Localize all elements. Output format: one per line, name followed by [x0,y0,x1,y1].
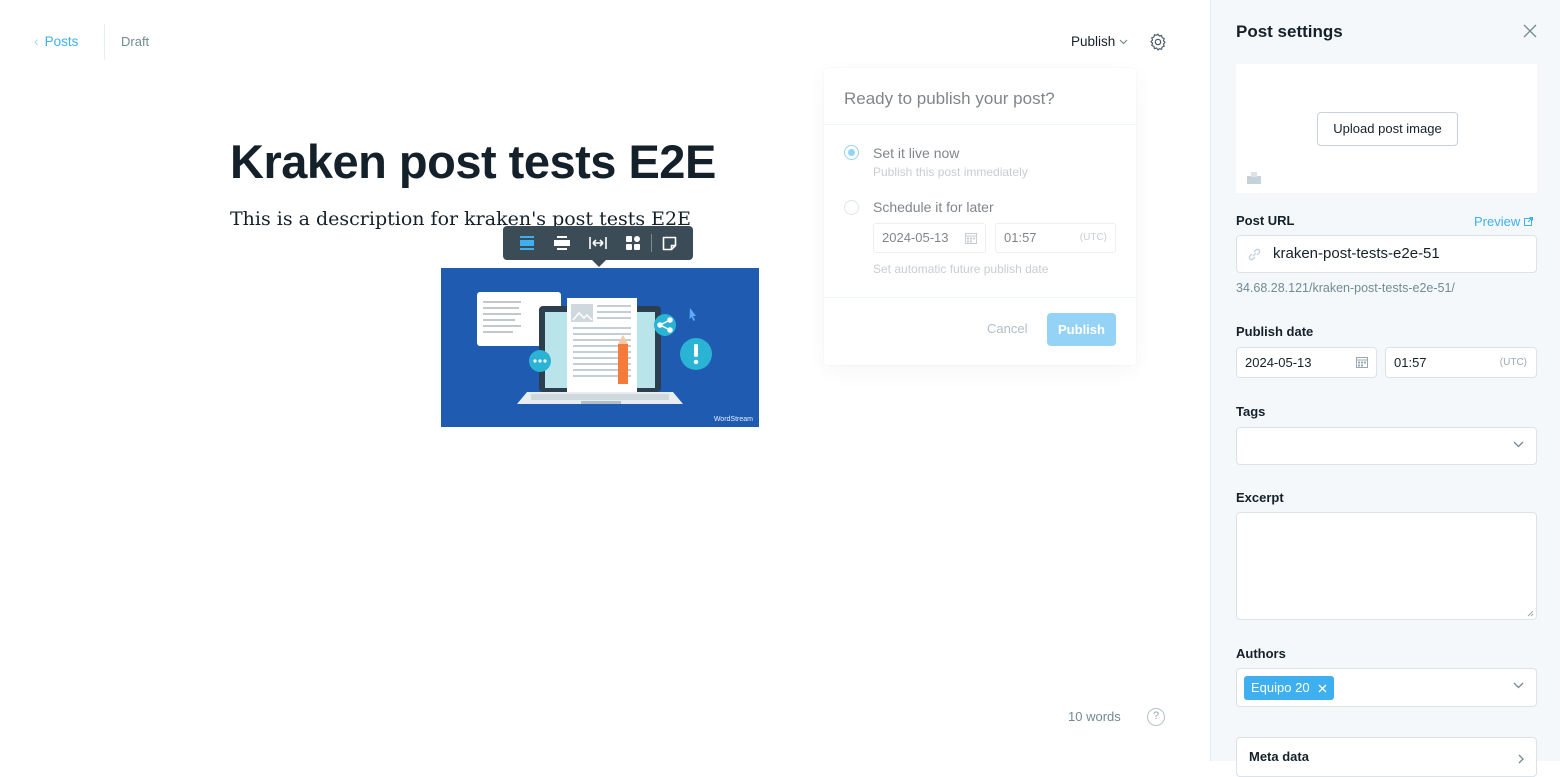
calendar-icon [965,233,977,244]
back-link-label: Posts [44,33,79,49]
chevron-right-icon [1518,754,1524,764]
image-width-full-button[interactable] [580,226,615,260]
image-placeholder-icon [1247,172,1261,184]
chevron-down-icon [1513,682,1524,689]
publish-time-input[interactable]: 01:57 (UTC) [1385,347,1537,378]
schedule-later-subtitle: Set automatic future publish date [873,262,1049,276]
resize-handle-icon[interactable] [1527,610,1534,617]
tags-select[interactable] [1236,427,1537,465]
excerpt-textarea[interactable] [1236,512,1537,620]
post-settings-sidebar: Post settings Upload post image Post URL… [1210,0,1560,777]
publish-cancel-button[interactable]: Cancel [987,321,1027,336]
schedule-later-title[interactable]: Schedule it for later [873,199,994,215]
image-card-toolbar [503,226,693,267]
panel-divider [824,124,1136,125]
preview-link-label: Preview [1474,214,1521,229]
post-image-uploader: Upload post image [1236,64,1537,193]
post-url-input[interactable]: kraken-post-tests-e2e-51 [1236,235,1537,273]
back-to-posts-link[interactable]: ‹ Posts [34,33,78,49]
post-image[interactable]: WordStream [441,268,759,427]
post-status: Draft [121,34,150,49]
set-live-now-subtitle: Publish this post immediately [873,165,1028,179]
remove-author-icon[interactable] [1318,684,1327,693]
image-width-wide-button[interactable] [544,226,579,260]
authors-label: Authors [1236,646,1286,661]
blog-illustration [441,268,759,427]
publish-menu-label: Publish [1071,34,1116,49]
timezone-label: (UTC) [1079,232,1107,243]
close-icon[interactable] [1523,24,1537,38]
post-url-full: 34.68.28.121/kraken-post-tests-e2e-51/ [1236,281,1455,295]
calendar-icon [1356,357,1368,368]
publish-time-value: 01:57 [1394,355,1427,370]
author-chip-label: Equipo 20 [1251,680,1310,695]
set-live-now-radio[interactable] [844,145,859,160]
schedule-time-input[interactable]: 01:57 (UTC) [995,223,1116,253]
publish-panel-heading: Ready to publish your post? [844,89,1055,108]
width-wide-icon [554,236,571,250]
schedule-date-value: 2024-05-13 [882,230,949,245]
publish-menu-trigger[interactable]: Publish [1071,34,1128,49]
image-replace-button[interactable] [615,226,650,260]
publish-date-label: Publish date [1236,324,1314,339]
header-divider [104,24,105,60]
schedule-time-value: 01:57 [1004,230,1037,245]
editor-area: ‹ Posts Draft Publish Kraken post tests … [0,0,1210,761]
post-title[interactable]: Kraken post tests E2E [230,134,716,189]
preview-link[interactable]: Preview [1474,214,1534,229]
panel-divider [824,297,1136,298]
publish-date-value: 2024-05-13 [1245,355,1312,370]
tags-label: Tags [1236,404,1266,419]
width-full-icon [588,237,607,249]
chevron-down-icon [1119,39,1128,44]
chevron-left-icon: ‹ [34,33,39,49]
author-chip[interactable]: Equipo 20 [1244,676,1334,700]
sidebar-title: Post settings [1236,22,1343,41]
timezone-label: (UTC) [1499,357,1527,368]
set-live-now-title[interactable]: Set it live now [873,145,959,161]
help-icon[interactable]: ? [1147,708,1165,726]
meta-data-label: Meta data [1249,749,1309,764]
authors-select[interactable]: Equipo 20 [1236,668,1537,707]
external-link-icon [1524,217,1534,226]
upload-post-image-button[interactable]: Upload post image [1317,112,1458,146]
meta-data-expander[interactable]: Meta data [1236,737,1537,777]
width-regular-icon [519,236,534,250]
word-count: 10 words [1068,709,1121,724]
image-replace-icon [625,236,640,250]
toolbar-pointer [592,260,606,267]
image-watermark: WordStream [713,416,753,423]
post-url-label: Post URL [1236,213,1295,228]
post-url-value: kraken-post-tests-e2e-51 [1273,245,1440,262]
excerpt-label: Excerpt [1236,490,1284,505]
snippet-icon [662,236,677,250]
publish-confirm-button[interactable]: Publish [1047,313,1116,346]
settings-gear-icon[interactable] [1148,32,1168,52]
publish-dropdown-panel: Ready to publish your post? Set it live … [824,68,1136,365]
schedule-later-radio[interactable] [844,200,859,215]
link-icon [1248,248,1261,261]
publish-date-input[interactable]: 2024-05-13 [1236,347,1377,378]
image-caption-button[interactable] [652,226,687,260]
chevron-down-icon [1513,441,1524,448]
image-width-regular-button[interactable] [509,226,544,260]
schedule-date-input[interactable]: 2024-05-13 [873,223,986,253]
